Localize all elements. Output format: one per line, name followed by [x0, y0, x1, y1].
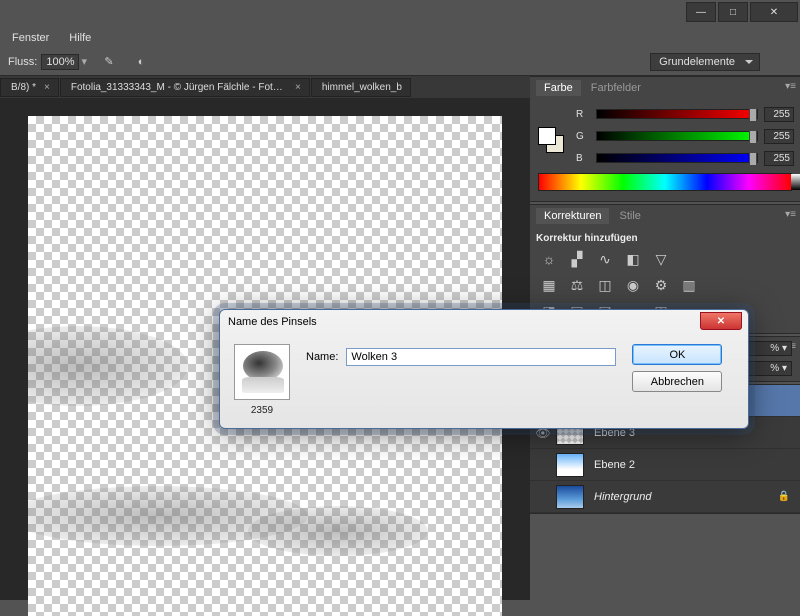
lookup-icon[interactable]: ▥ [680, 276, 698, 294]
pct-label: % [770, 363, 779, 374]
fluss-label: Fluss: [8, 56, 37, 68]
panel-menu-icon[interactable]: ▾≡ [785, 209, 796, 220]
panel-header: Korrekturen Stile ▾≡ [530, 205, 800, 227]
blue-slider-row: B 255 [576, 149, 794, 167]
foreground-color-swatch[interactable] [538, 127, 556, 145]
brightness-icon[interactable]: ☼ [540, 250, 558, 268]
workspace-label: Grundelemente [659, 56, 735, 68]
document-tab[interactable]: himmel_wolken_b [311, 78, 411, 97]
spectrum-ramp[interactable] [538, 173, 792, 191]
doc-tab-label: B/8) * [11, 82, 36, 93]
slider-thumb[interactable] [749, 130, 757, 144]
dialog-title: Name des Pinsels [228, 316, 317, 328]
bw-icon[interactable]: ◫ [596, 276, 614, 294]
channel-g-label: G [576, 131, 590, 142]
balance-icon[interactable]: ⚖ [568, 276, 586, 294]
dialog-close-button[interactable]: ✕ [700, 312, 742, 330]
layer-name[interactable]: Hintergrund [594, 491, 651, 503]
menu-fenster[interactable]: Fenster [2, 32, 59, 44]
dialog-titlebar[interactable]: Name des Pinsels [220, 310, 748, 334]
brush-name-input[interactable] [346, 348, 616, 366]
vibrance-icon[interactable]: ▽ [652, 250, 670, 268]
layer-row[interactable]: Hintergrund 🔒 [530, 481, 800, 513]
color-swatches[interactable] [538, 127, 556, 145]
doc-tab-label: Fotolia_31333343_M - © Jürgen Fälchle - … [71, 82, 287, 93]
cancel-button[interactable]: Abbrechen [632, 371, 722, 392]
green-slider[interactable] [596, 131, 758, 141]
close-icon: ✕ [717, 316, 725, 327]
panel-menu-icon[interactable]: ▾≡ [785, 81, 796, 92]
levels-icon[interactable]: ▞ [568, 250, 586, 268]
cloud-shape [28, 326, 188, 406]
tab-farbfelder[interactable]: Farbfelder [583, 80, 649, 96]
menu-hilfe[interactable]: Hilfe [59, 32, 101, 44]
slider-thumb[interactable] [749, 108, 757, 122]
tablet-pressure-icon[interactable]: ◐ [131, 52, 151, 72]
close-window-button[interactable]: ✕ [750, 2, 798, 22]
exposure-icon[interactable]: ◧ [624, 250, 642, 268]
brush-name-dialog: Name des Pinsels ✕ 2359 Name: OK Abbrech… [219, 309, 749, 429]
blue-value[interactable]: 255 [764, 151, 794, 166]
brush-preview [234, 344, 290, 400]
options-bar: Fluss: 100% ▾ ✎ ◐ Grundelemente [0, 48, 800, 76]
doc-tab-label: himmel_wolken_b [322, 82, 402, 93]
fluss-value[interactable]: 100% [41, 54, 79, 70]
maximize-button[interactable]: □ [718, 2, 748, 22]
window-title-bar: — □ ✕ [0, 0, 800, 28]
adjustment-add-label: Korrektur hinzufügen [536, 233, 794, 244]
red-value[interactable]: 255 [764, 107, 794, 122]
maximize-icon: □ [730, 7, 736, 18]
layer-name[interactable]: Ebene 2 [594, 459, 635, 471]
close-icon: ✕ [770, 7, 778, 18]
channelmixer-icon[interactable]: ⚙ [652, 276, 670, 294]
pct-label: % [770, 343, 779, 354]
name-label: Name: [306, 351, 338, 363]
close-tab-icon[interactable]: × [295, 82, 301, 93]
red-slider[interactable] [596, 109, 758, 119]
cloud-shape [248, 506, 428, 556]
document-tab[interactable]: Fotolia_31333343_M - © Jürgen Fälchle - … [60, 78, 310, 97]
layer-thumbnail[interactable] [556, 485, 584, 509]
green-value[interactable]: 255 [764, 129, 794, 144]
airbrush-icon[interactable]: ✎ [99, 52, 119, 72]
channel-r-label: R [576, 109, 590, 120]
document-tab[interactable]: B/8) * × [0, 78, 59, 97]
brush-size-label: 2359 [234, 405, 290, 416]
panel-header: Farbe Farbfelder ▾≡ [530, 77, 800, 99]
ok-button[interactable]: OK [632, 344, 722, 365]
lock-icon: 🔒 [778, 491, 790, 502]
slider-thumb[interactable] [749, 152, 757, 166]
color-panel: Farbe Farbfelder ▾≡ R 255 G 255 [530, 76, 800, 202]
curves-icon[interactable]: ∿ [596, 250, 614, 268]
tab-korrekturen[interactable]: Korrekturen [536, 208, 609, 224]
chevron-down-icon[interactable]: ▾ [81, 55, 87, 68]
close-tab-icon[interactable]: × [44, 82, 50, 93]
red-slider-row: R 255 [576, 105, 794, 123]
minimize-button[interactable]: — [686, 2, 716, 22]
green-slider-row: G 255 [576, 127, 794, 145]
hue-icon[interactable]: ▦ [540, 276, 558, 294]
layer-row[interactable]: Ebene 2 [530, 449, 800, 481]
menu-bar: Fenster Hilfe [0, 28, 800, 48]
minimize-icon: — [696, 7, 706, 18]
photofilter-icon[interactable]: ◉ [624, 276, 642, 294]
tab-stile[interactable]: Stile [611, 208, 648, 224]
workspace-selector[interactable]: Grundelemente [650, 53, 760, 71]
blue-slider[interactable] [596, 153, 758, 163]
layer-thumbnail[interactable] [556, 453, 584, 477]
tab-farbe[interactable]: Farbe [536, 80, 581, 96]
channel-b-label: B [576, 153, 590, 164]
